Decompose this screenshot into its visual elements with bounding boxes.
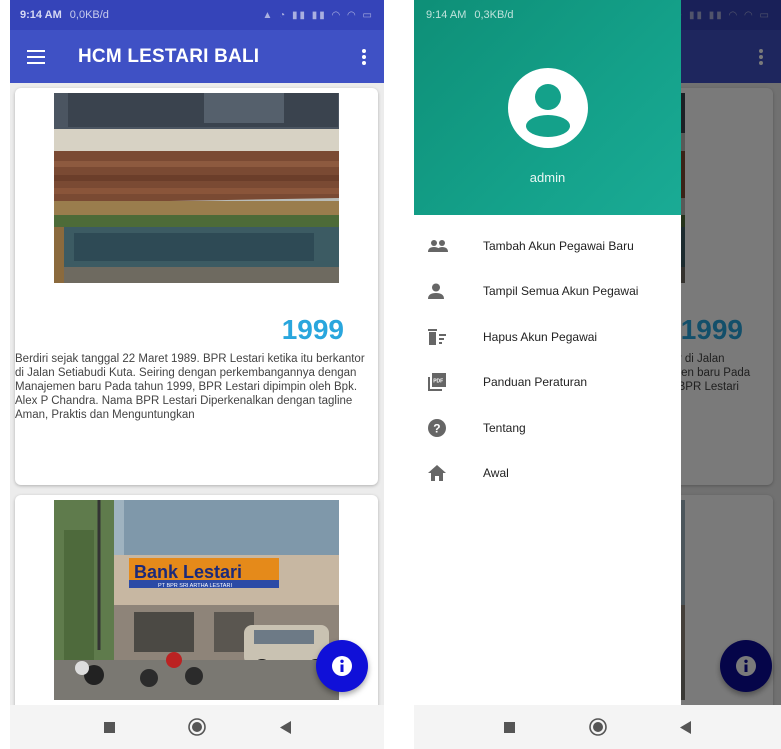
- history-card: 1999 Berdiri sejak tanggal 22 Maret 1989…: [15, 88, 378, 485]
- square-recents-icon[interactable]: [495, 712, 525, 742]
- status-speed: 0,0KB/d: [69, 9, 109, 21]
- status-bar: 9:14 AM 0,0KB/d ▲ ◔ ▮▮ ▮▮ ◠ ◠ ▭: [10, 0, 384, 30]
- square-recents-icon[interactable]: [94, 712, 124, 742]
- main-screen: 9:14 AM 0,0KB/d ▲ ◔ ▮▮ ▮▮ ◠ ◠ ▭ HCM LEST…: [10, 0, 384, 749]
- triangle-back-icon[interactable]: [270, 712, 300, 742]
- status-icons: ▲ ◔ ▮▮ ▮▮ ◠ ◠ ▭: [262, 9, 374, 21]
- bank-sign-text: Bank Lestari: [134, 562, 242, 582]
- bank-lestari-photo: Bank Lestari PT BPR SRI ARTHA LESTARI: [54, 500, 339, 700]
- svg-text:PDF: PDF: [433, 379, 443, 385]
- hamburger-menu-icon[interactable]: [10, 30, 62, 83]
- status-time: 9:14 AM: [426, 9, 467, 21]
- app-title: HCM LESTARI BALI: [78, 45, 260, 67]
- home-icon: [428, 465, 468, 482]
- help-icon: ?: [428, 418, 468, 437]
- drawer-menu: Tambah Akun Pegawai Baru Tampil Semua Ak…: [414, 223, 681, 496]
- more-vert-icon[interactable]: [344, 30, 384, 83]
- drawer-header: 9:14 AM 0,3KB/d admin: [414, 0, 681, 215]
- navigation-drawer: 9:14 AM 0,3KB/d admin Tambah Akun Pegawa…: [414, 0, 681, 705]
- info-fab-button[interactable]: [316, 640, 368, 692]
- delete-sweep-icon: [428, 328, 468, 345]
- info-icon: [332, 656, 352, 676]
- menu-item-tampil-semua[interactable]: Tampil Semua Akun Pegawai: [414, 269, 681, 315]
- office-photo-1999: [54, 93, 339, 283]
- history-description: Berdiri sejak tanggal 22 Maret 1989. BPR…: [15, 353, 365, 421]
- menu-item-label: Hapus Akun Pegawai: [483, 329, 598, 344]
- status-time: 9:14 AM: [20, 9, 62, 21]
- app-bar: HCM LESTARI BALI: [10, 30, 384, 83]
- menu-item-panduan-peraturan[interactable]: PDF Panduan Peraturan: [414, 360, 681, 406]
- menu-item-label: Awal: [483, 466, 509, 481]
- menu-item-label: Panduan Peraturan: [483, 375, 588, 390]
- system-nav-bar: [414, 705, 781, 749]
- menu-item-tentang[interactable]: ? Tentang: [414, 405, 681, 451]
- people-icon: [428, 239, 468, 253]
- bank-sign-subtext: PT BPR SRI ARTHA LESTARI: [158, 583, 232, 589]
- svg-text:?: ?: [433, 421, 440, 435]
- menu-item-label: Tentang: [483, 420, 526, 435]
- menu-item-label: Tambah Akun Pegawai Baru: [483, 238, 634, 253]
- menu-item-tambah-akun[interactable]: Tambah Akun Pegawai Baru: [414, 223, 681, 269]
- menu-item-awal[interactable]: Awal: [414, 451, 681, 497]
- drawer-user-name: admin: [529, 170, 566, 185]
- menu-item-hapus-akun[interactable]: Hapus Akun Pegawai: [414, 314, 681, 360]
- circle-home-icon[interactable]: [583, 712, 613, 742]
- circle-home-icon[interactable]: [182, 712, 212, 742]
- person-icon: [428, 283, 468, 300]
- history-year: 1999: [281, 314, 344, 345]
- drawer-screen: 9:14 AM 0,3KB/d ▲ ◔ ▮▮ ▮▮ ◠ ◠ ▭ 1999 Ber…: [414, 0, 781, 749]
- triangle-back-icon[interactable]: [671, 712, 701, 742]
- status-bar: 9:14 AM 0,3KB/d: [414, 0, 681, 30]
- status-speed: 0,3KB/d: [474, 9, 514, 21]
- account-circle-icon: [508, 68, 588, 148]
- menu-item-label: Tampil Semua Akun Pegawai: [483, 284, 639, 299]
- history-list[interactable]: 1999 Berdiri sejak tanggal 22 Maret 1989…: [10, 83, 384, 705]
- system-nav-bar: [10, 705, 384, 749]
- picture-as-pdf-icon: PDF: [428, 373, 468, 392]
